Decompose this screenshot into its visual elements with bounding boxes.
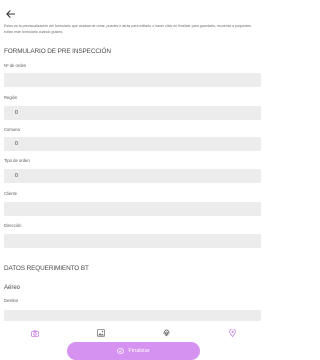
destination-field[interactable] (4, 310, 261, 321)
image-icon[interactable] (96, 329, 105, 338)
commune-field[interactable] (4, 137, 261, 151)
label-address: Dirección (4, 223, 22, 228)
location-pin-icon[interactable] (228, 329, 237, 338)
address-field[interactable] (4, 234, 261, 248)
label-order-number: Nº de orden (4, 63, 27, 68)
finalize-button[interactable]: Finalizar (67, 342, 200, 360)
label-destination: Destino (4, 298, 19, 303)
camera-icon[interactable] (30, 329, 39, 338)
label-region: Región (4, 95, 18, 100)
finalize-label: Finalizar (128, 348, 150, 354)
region-field[interactable] (4, 106, 261, 120)
back-arrow-icon[interactable] (4, 9, 16, 19)
section-title-requirement: DATOS REQUERIMIENTO BT (4, 265, 89, 272)
save-icon (117, 348, 125, 354)
intro-text: Estos es la previsualización del formula… (4, 24, 251, 34)
order-type-field[interactable] (4, 169, 261, 183)
label-commune: Comuna (4, 127, 20, 132)
label-aereo: Aéreo (4, 285, 21, 291)
bottom-tab-bar (0, 327, 265, 339)
section-title-pre-inspection: FORMULARIO DE PRE INSPECCIÓN (4, 48, 111, 55)
label-client: Cliente (4, 191, 18, 196)
client-field[interactable] (4, 202, 261, 216)
fingerprint-icon[interactable] (162, 329, 171, 338)
label-order-type: Tipo de orden (4, 158, 30, 163)
order-number-field[interactable] (4, 73, 261, 87)
